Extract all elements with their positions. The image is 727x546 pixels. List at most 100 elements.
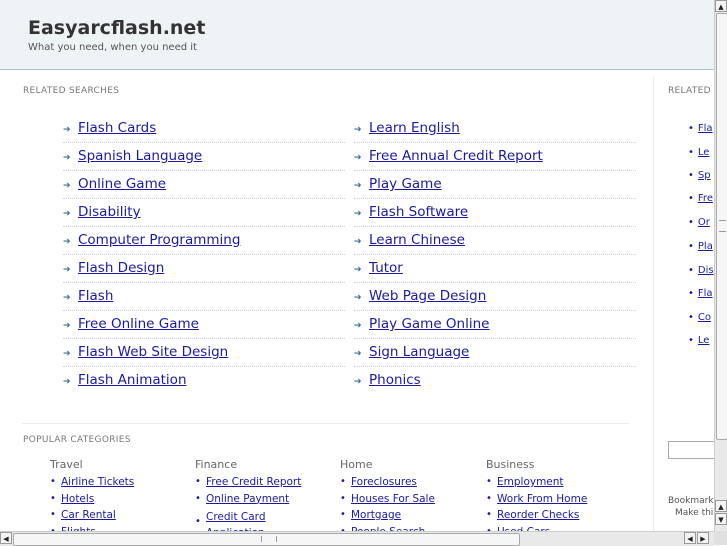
sidebar-link[interactable]: Fla xyxy=(698,288,713,299)
bullet-icon: • xyxy=(688,123,694,134)
related-link[interactable]: Web Page Design xyxy=(369,288,486,304)
sidebar-link[interactable]: Sp xyxy=(698,170,711,181)
site-title[interactable]: Easyarcflash.net xyxy=(28,17,205,39)
sidebar-link[interactable]: Dis xyxy=(698,265,714,276)
horizontal-scroll-thumb[interactable] xyxy=(13,533,520,546)
related-link-row: ➔ Tutor xyxy=(354,256,636,283)
related-link[interactable]: Disability xyxy=(78,204,141,220)
related-link-row: ➔ Play Game xyxy=(354,172,636,199)
sidebar-item: • Fre xyxy=(688,193,713,204)
scroll-left-icon[interactable]: ◀ xyxy=(0,532,12,544)
related-link[interactable]: Learn Chinese xyxy=(369,232,465,248)
sidebar-link[interactable]: Co xyxy=(698,312,711,323)
sidebar-search-input[interactable] xyxy=(668,441,714,459)
category-link[interactable]: Airline Tickets xyxy=(61,476,134,488)
category-link[interactable]: Employment xyxy=(497,476,564,488)
arrow-right-icon: ➔ xyxy=(63,265,71,275)
related-link[interactable]: Play Game Online xyxy=(369,316,489,332)
arrow-right-icon: ➔ xyxy=(354,209,362,219)
arrow-right-icon: ➔ xyxy=(354,377,362,387)
category-link[interactable]: Hotels xyxy=(61,493,94,505)
category-travel: Travel • Airline Tickets • Hotels • Car Ren… xyxy=(50,458,190,541)
horizontal-scrollbar[interactable]: ◀ ◀ ▶ xyxy=(0,531,714,546)
scroll-right-icon[interactable]: ▶ xyxy=(697,532,709,544)
arrow-right-icon: ➔ xyxy=(63,237,71,247)
scroll-left-icon[interactable]: ◀ xyxy=(684,532,696,544)
bullet-icon: • xyxy=(688,170,694,181)
scroll-up-icon[interactable]: ▲ xyxy=(715,0,727,12)
bookmark-link[interactable]: Bookmark xyxy=(668,496,714,506)
related-link[interactable]: Flash Web Site Design xyxy=(78,344,228,360)
vertical-scroll-thumb[interactable] xyxy=(716,13,727,440)
bullet-icon: • xyxy=(50,509,56,520)
related-link-row: ➔ Free Annual Credit Report xyxy=(354,144,636,171)
sidebar-link[interactable]: Le xyxy=(698,147,710,158)
category-link[interactable]: Online Payment xyxy=(206,493,289,505)
related-link[interactable]: Sign Language xyxy=(369,344,469,360)
bullet-icon: • xyxy=(688,193,694,204)
related-link[interactable]: Play Game xyxy=(369,176,442,192)
category-item: • Employment xyxy=(486,475,626,492)
related-link[interactable]: Flash Animation xyxy=(78,372,187,388)
related-link-row: ➔ Learn English xyxy=(354,116,636,143)
related-link[interactable]: Free Online Game xyxy=(78,316,199,332)
related-link[interactable]: Online Game xyxy=(78,176,166,192)
related-link[interactable]: Free Annual Credit Report xyxy=(369,148,543,164)
arrow-right-icon: ➔ xyxy=(354,349,362,359)
related-link-row: ➔ Computer Programming xyxy=(63,228,345,255)
category-item: • Free Credit Report xyxy=(195,475,335,492)
sidebar-item: • Le xyxy=(688,335,709,346)
related-link[interactable]: Flash Software xyxy=(369,204,468,220)
category-link[interactable]: Work From Home xyxy=(497,493,587,505)
vertical-scrollbar[interactable]: ▲ ▲ ▼ xyxy=(714,0,727,531)
related-link[interactable]: Spanish Language xyxy=(78,148,202,164)
arrow-right-icon: ➔ xyxy=(354,293,362,303)
related-link[interactable]: Phonics xyxy=(369,372,421,388)
sidebar-item: • Dis xyxy=(688,265,714,276)
arrow-right-icon: ➔ xyxy=(63,293,71,303)
arrow-right-icon: ➔ xyxy=(354,265,362,275)
category-link[interactable]: Mortgage xyxy=(351,509,401,521)
scroll-up-icon[interactable]: ▲ xyxy=(715,500,727,512)
related-link[interactable]: Computer Programming xyxy=(78,232,240,248)
bullet-icon: • xyxy=(688,241,694,252)
sidebar-link[interactable]: Le xyxy=(698,335,710,346)
sidebar-item: • Fla xyxy=(688,288,713,299)
related-link-row: ➔ Disability xyxy=(63,200,345,227)
category-link[interactable]: Free Credit Report xyxy=(206,476,301,488)
arrow-right-icon: ➔ xyxy=(63,153,71,163)
category-item: • Online Payment xyxy=(195,492,335,509)
category-item: • Car Rental xyxy=(50,508,190,525)
category-item: • Hotels xyxy=(50,492,190,509)
related-link-row: ➔ Spanish Language xyxy=(63,144,345,171)
bullet-icon: • xyxy=(688,288,694,299)
bullet-icon: • xyxy=(195,516,201,527)
related-link[interactable]: Tutor xyxy=(369,260,403,276)
arrow-right-icon: ➔ xyxy=(63,349,71,359)
related-link-row: ➔ Flash Software xyxy=(354,200,636,227)
category-link[interactable]: Reorder Checks xyxy=(497,509,579,521)
bullet-icon: • xyxy=(340,492,346,504)
sidebar-link[interactable]: Or xyxy=(698,217,710,228)
related-link-row: ➔ Phonics xyxy=(354,368,636,394)
sidebar-link[interactable]: Pla xyxy=(698,241,713,252)
related-link-row: ➔ Free Online Game xyxy=(63,312,345,339)
related-link[interactable]: Flash Design xyxy=(78,260,164,276)
bullet-icon: • xyxy=(688,217,694,228)
site-tagline: What you need, when you need it xyxy=(28,42,197,53)
scroll-down-icon[interactable]: ▼ xyxy=(715,513,727,525)
category-title: Home xyxy=(340,458,373,471)
make-homepage-link[interactable]: Make thi xyxy=(675,508,713,518)
sidebar-item: • Pla xyxy=(688,241,713,252)
category-title: Travel xyxy=(50,458,83,471)
related-link[interactable]: Flash Cards xyxy=(78,120,156,136)
category-link[interactable]: Car Rental xyxy=(61,509,116,521)
sidebar-link[interactable]: Fla xyxy=(698,123,713,134)
related-link[interactable]: Flash xyxy=(78,288,113,304)
sidebar-link[interactable]: Fre xyxy=(698,193,713,204)
category-link[interactable]: Houses For Sale xyxy=(351,493,435,505)
related-link-row: ➔ Learn Chinese xyxy=(354,228,636,255)
related-left-column: ➔ Flash Cards ➔ Spanish Language ➔ Online G… xyxy=(63,116,345,395)
category-link[interactable]: Foreclosures xyxy=(351,476,417,488)
related-link[interactable]: Learn English xyxy=(369,120,460,136)
